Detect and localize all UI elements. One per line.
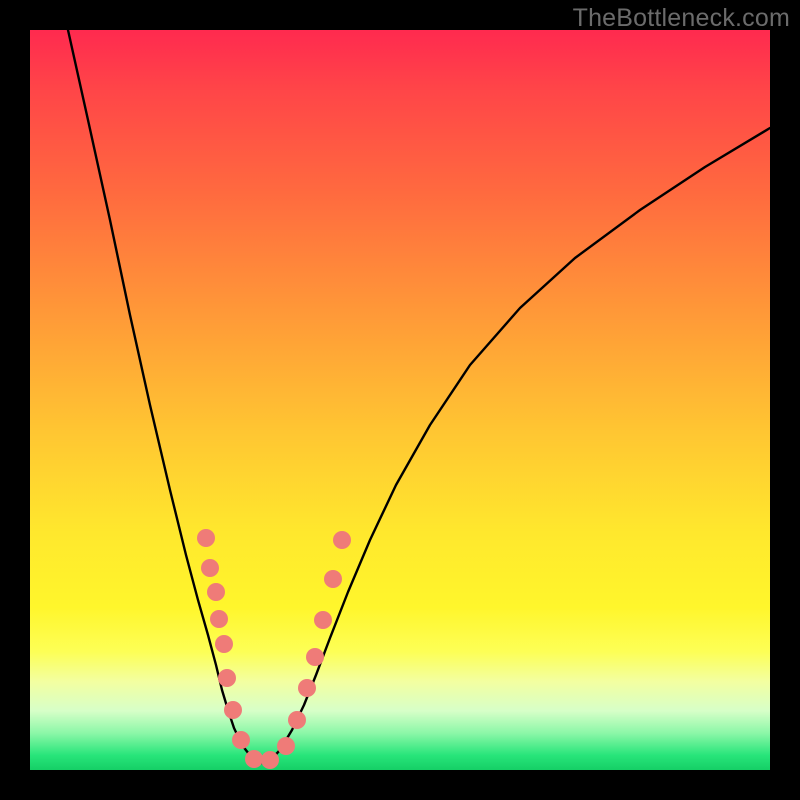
curve-left-branch — [68, 30, 266, 765]
highlight-dot — [277, 737, 295, 755]
bottleneck-curve — [68, 30, 770, 765]
highlight-dot — [218, 669, 236, 687]
highlight-dot — [288, 711, 306, 729]
highlight-dot — [306, 648, 324, 666]
highlight-dot — [298, 679, 316, 697]
highlight-dot — [333, 531, 351, 549]
curve-right-branch — [266, 128, 770, 765]
highlight-dot — [324, 570, 342, 588]
highlight-dot — [201, 559, 219, 577]
highlight-dot — [232, 731, 250, 749]
watermark-text: TheBottleneck.com — [573, 4, 790, 33]
highlight-dot — [197, 529, 215, 547]
highlight-dot — [261, 751, 279, 769]
highlight-dot — [314, 611, 332, 629]
highlight-dot — [245, 750, 263, 768]
highlight-dot — [215, 635, 233, 653]
plot-svg — [30, 30, 770, 770]
highlight-dots — [197, 529, 351, 769]
highlight-dot — [210, 610, 228, 628]
highlight-dot — [224, 701, 242, 719]
chart-area — [30, 30, 770, 770]
highlight-dot — [207, 583, 225, 601]
